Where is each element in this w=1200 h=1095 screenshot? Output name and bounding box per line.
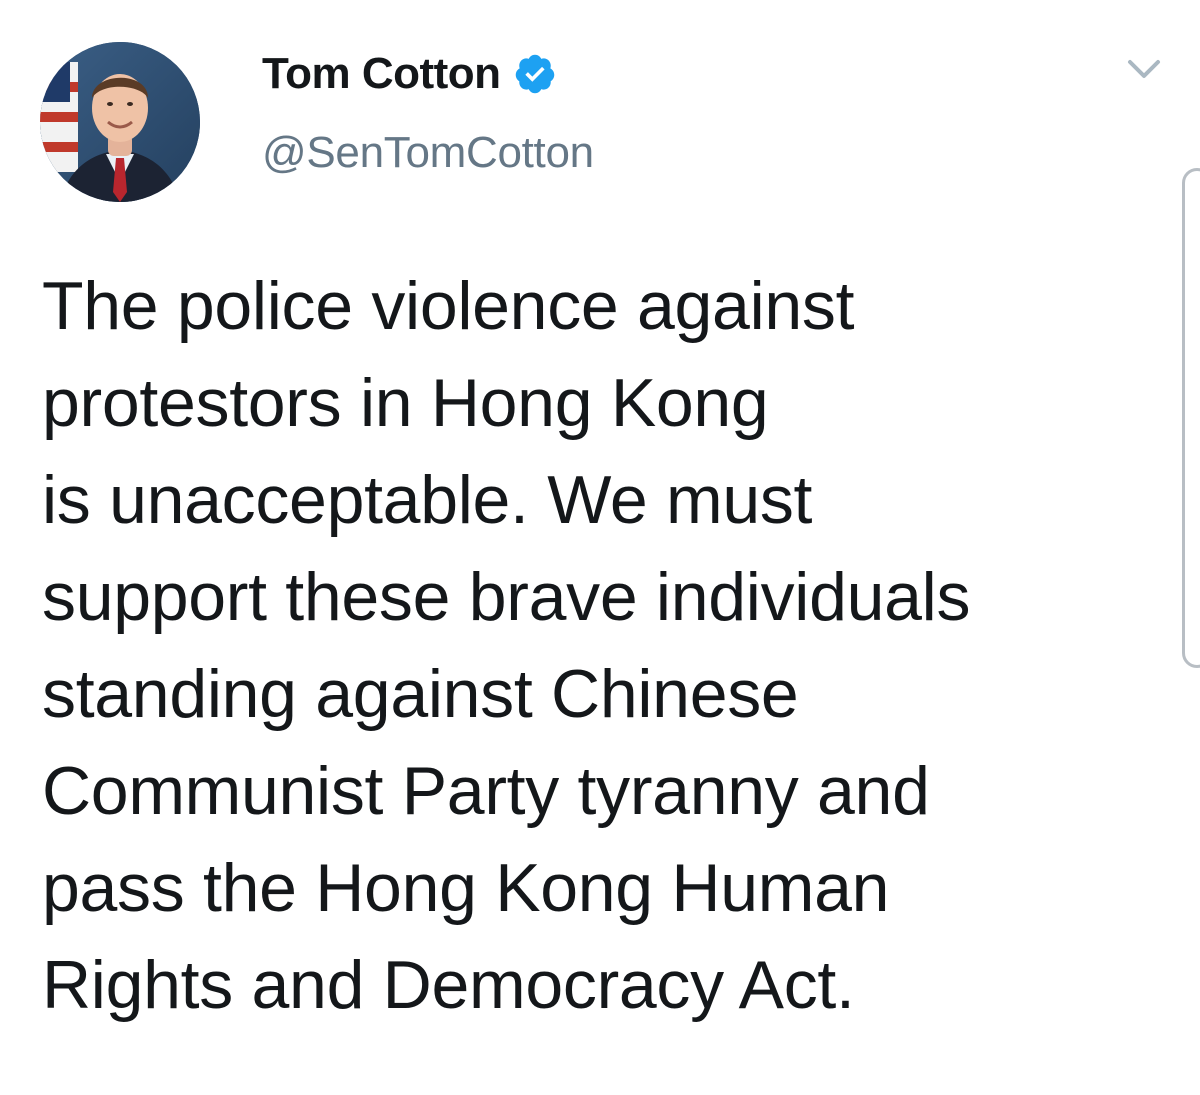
tweet-text-line: Communist Party tyranny and — [42, 753, 930, 829]
author-name-row[interactable]: Tom Cotton — [262, 44, 557, 104]
tweet-text-line: pass the Hong Kong Human — [42, 850, 890, 926]
scrollbar[interactable] — [1182, 168, 1200, 668]
tweet-text-line: is unacceptable. We must — [42, 462, 813, 538]
profile-photo — [40, 42, 200, 202]
tweet-card: Tom Cotton @SenTomCotton The police viol… — [0, 0, 1200, 1095]
tweet-text-line: standing against Chinese — [42, 656, 799, 732]
verified-badge-icon — [513, 52, 557, 96]
author-handle[interactable]: @SenTomCotton — [262, 128, 594, 178]
tweet-text-line: The police violence against — [42, 268, 855, 344]
chevron-down-icon[interactable] — [1124, 54, 1164, 84]
tweet-text-line: Rights and Democracy Act. — [42, 947, 855, 1023]
tweet-text-line: support these brave individuals — [42, 559, 971, 635]
author-display-name[interactable]: Tom Cotton — [262, 49, 501, 99]
tweet-text-line: protestors in Hong Kong — [42, 365, 769, 441]
tweet-text: The police violence against protestors i… — [42, 258, 1162, 1034]
avatar[interactable] — [40, 42, 200, 202]
